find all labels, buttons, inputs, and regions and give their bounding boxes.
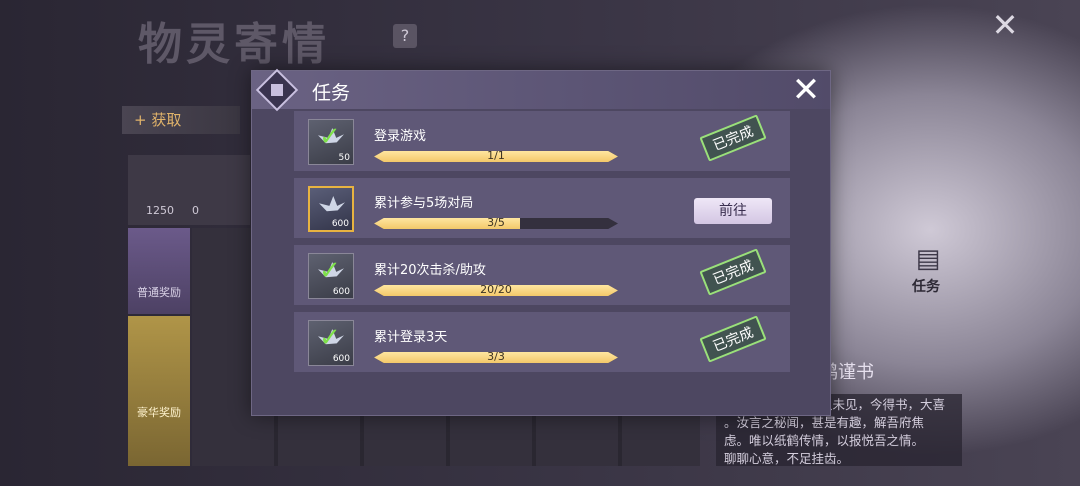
- paper-crane-reward-icon: ✓ 600: [308, 320, 354, 366]
- task-emblem-icon: [255, 68, 299, 112]
- completed-stamp: 已完成: [699, 248, 767, 296]
- dialog-header: 任务 ✕: [252, 68, 830, 112]
- progress-text: 1/1: [487, 149, 505, 162]
- task-name: 登录游戏: [374, 129, 427, 144]
- paper-crane-reward-icon: 600: [308, 186, 354, 232]
- progress-text: 20/20: [480, 283, 512, 296]
- task-row: ✓ 600 累计登录3天 3/3 已完成: [294, 312, 790, 372]
- close-icon[interactable]: ✕: [990, 9, 1020, 41]
- story-line: 聊聊心意，不足挂齿。: [724, 451, 850, 466]
- progress-text: 3/3: [487, 350, 505, 363]
- checkmark-icon: ✓: [319, 256, 341, 286]
- dialog-title: 任务: [312, 82, 351, 104]
- task-entry-label[interactable]: 任务: [912, 276, 940, 296]
- checkmark-icon: ✓: [319, 323, 341, 353]
- task-row: ✓ 600 累计20次击杀/助攻 20/20 已完成: [294, 245, 790, 305]
- paper-crane-reward-icon: ✓ 600: [308, 253, 354, 299]
- normal-reward-tab[interactable]: 普通奖励: [128, 228, 190, 314]
- story-line: 虑。唯以纸鹤传情，以报悦吾之情。: [724, 433, 925, 448]
- story-line: 。汝言之秘闻，甚是有趣，解吾府焦: [724, 415, 925, 430]
- paper-crane-reward-icon: ✓ 50: [308, 119, 354, 165]
- help-icon[interactable]: ?: [393, 24, 417, 48]
- task-name: 累计20次击杀/助攻: [374, 263, 486, 278]
- crane-count: 1250: [146, 204, 174, 217]
- reward-count: 50: [338, 153, 350, 163]
- checkmark-icon: ✓: [319, 122, 341, 152]
- task-dialog: 任务 ✕ ✓ 50 登录游戏 1/1 已完成 600 累计参与5场对局 3/5 …: [251, 68, 831, 416]
- reward-count: 600: [331, 219, 349, 229]
- reward-count: 600: [332, 354, 350, 364]
- acquire-button[interactable]: + 获取: [122, 106, 240, 134]
- task-row: ✓ 50 登录游戏 1/1 已完成: [294, 111, 790, 171]
- normal-reward-label: 普通奖励: [137, 286, 181, 299]
- progress-text: 3/5: [487, 216, 505, 229]
- completed-stamp: 已完成: [699, 315, 767, 363]
- paper-crane-icon: [319, 196, 345, 212]
- task-row: 600 累计参与5场对局 3/5 前往: [294, 178, 790, 238]
- luxury-reward-tab[interactable]: 豪华奖励: [128, 316, 190, 466]
- event-title: 物灵寄情: [138, 19, 330, 70]
- dialog-close-button[interactable]: ✕: [790, 73, 822, 107]
- task-name: 累计参与5场对局: [374, 196, 474, 211]
- task-name: 累计登录3天: [374, 330, 448, 345]
- task-icon[interactable]: ▤: [910, 244, 946, 280]
- progress-start: 0: [192, 204, 199, 217]
- goto-button[interactable]: 前往: [694, 198, 772, 224]
- completed-stamp: 已完成: [699, 114, 767, 162]
- luxury-reward-label: 豪华奖励: [137, 406, 181, 419]
- reward-count: 600: [332, 287, 350, 297]
